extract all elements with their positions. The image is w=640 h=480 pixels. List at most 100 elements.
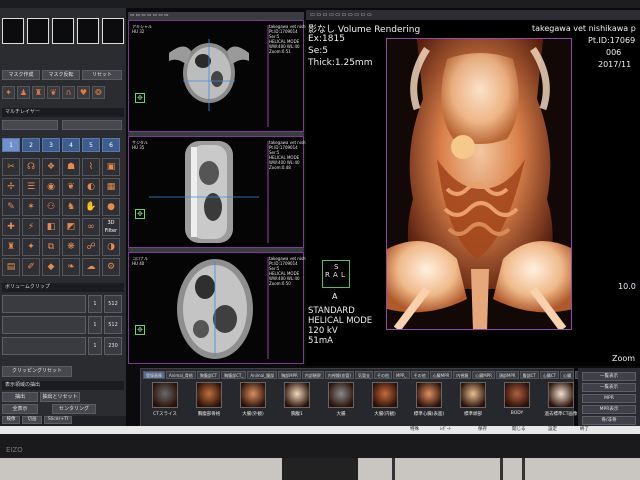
mpr-axial-view[interactable]: アキシャル HU 32 takegawa vet nishikawa p Pt.… [128, 20, 321, 132]
mask-reset-button[interactable]: リセット [82, 70, 122, 80]
layer-tab[interactable]: 4 [62, 138, 80, 152]
close-button[interactable]: 開じる [512, 426, 526, 434]
layer-tab[interactable]: 5 [82, 138, 100, 152]
save-button[interactable]: 保存 [478, 426, 487, 434]
box-icon[interactable]: ◧ [42, 218, 60, 236]
multilayer-remove-button[interactable] [62, 120, 122, 130]
preset-thumbnail[interactable]: 胸腹部骨格 [191, 382, 227, 417]
inspect-button[interactable]: 検像 [2, 416, 20, 424]
preset-tab[interactable]: 登録画像 [143, 371, 165, 379]
glasses-icon[interactable]: ∞ [82, 218, 100, 236]
preset-thumbnail[interactable]: 胸腹1 [279, 382, 315, 417]
bones-icon[interactable]: ✚ [2, 218, 20, 236]
clip-slider[interactable] [2, 316, 86, 334]
preset-tab[interactable]: その他 [373, 371, 392, 379]
star-icon[interactable]: ✶ [22, 198, 40, 216]
cut-icon[interactable]: ◩ [62, 218, 80, 236]
bone-icon[interactable]: ✦ [2, 86, 15, 99]
arm-icon[interactable]: ☍ [82, 238, 100, 256]
mask-create-button[interactable]: マスク作成 [2, 70, 40, 80]
preset-tab[interactable]: 心臓MPR [472, 371, 495, 379]
layout-1x3-button[interactable] [52, 18, 74, 44]
preset-tab[interactable]: 心臓MPR [429, 371, 453, 379]
filter-3d-icon[interactable]: 3D Filter [102, 218, 120, 236]
preset-thumbnail[interactable]: 大腸(外観) [235, 382, 271, 417]
layer-tab[interactable]: 3 [42, 138, 60, 152]
heart-icon[interactable]: ♥ [77, 86, 90, 99]
split-icon[interactable]: ⧉ [42, 238, 60, 256]
view-icon[interactable]: ▤ [2, 258, 20, 276]
preset-thumbnail[interactable]: 過去標準CT画像 [543, 382, 579, 417]
tissue-icon[interactable]: ❋ [62, 238, 80, 256]
centering-button[interactable]: センタリング [52, 404, 96, 414]
preset-tab[interactable]: 内視鏡(血管) [324, 371, 354, 379]
preset-tab[interactable]: 心臓 [560, 371, 575, 379]
crosshair-icon[interactable]: ✥ [135, 93, 145, 103]
multilayer-add-button[interactable] [2, 120, 58, 130]
crosshair-icon[interactable]: ✥ [135, 325, 145, 335]
gear-icon[interactable]: ⚙ [102, 258, 120, 276]
report-button[interactable]: ﾚﾎﾟｰﾄ [440, 426, 451, 434]
organ-icon[interactable]: ◉ [42, 178, 60, 196]
clip-slider[interactable] [2, 295, 86, 313]
spine-icon[interactable]: ☰ [22, 178, 40, 196]
preset-thumbnail[interactable]: 大腸 [323, 382, 359, 417]
preset-tab[interactable]: Animal_骨格 [166, 371, 196, 379]
preset-tab[interactable]: 内視鏡 [453, 371, 472, 379]
leaf-icon[interactable]: ❧ [62, 258, 80, 276]
figure-icon[interactable]: ♞ [62, 198, 80, 216]
body-icon[interactable]: ♟ [17, 86, 30, 99]
color-icon[interactable]: ◑ [102, 238, 120, 256]
settings-button[interactable]: 設定 [548, 426, 557, 434]
clip-value[interactable]: 512 [104, 316, 122, 334]
skull-icon[interactable]: ☗ [62, 158, 80, 176]
pelvis-icon[interactable]: ⚇ [42, 198, 60, 216]
layout-1x1-button[interactable] [2, 18, 24, 44]
hand-icon[interactable]: ✋ [82, 198, 100, 216]
layer-tab[interactable]: 2 [22, 138, 40, 152]
preset-tab[interactable]: 内部観察 [301, 371, 324, 379]
clip-slider[interactable] [2, 337, 86, 355]
preset-tab[interactable]: 頭部MPR [495, 371, 519, 379]
show-all-button[interactable]: 全表示 [2, 404, 38, 414]
cube-icon[interactable]: ▣ [102, 158, 120, 176]
lung-icon[interactable]: ❦ [47, 86, 60, 99]
lung-tool-icon[interactable]: ❦ [62, 178, 80, 196]
preset-tab[interactable]: 腹部CT [519, 371, 539, 379]
brush-icon[interactable]: ✎ [2, 198, 20, 216]
special-button[interactable]: 特殊 [410, 426, 419, 434]
clip-value[interactable]: 230 [104, 337, 122, 355]
sphere-icon[interactable]: ● [102, 198, 120, 216]
layout-2x2-button[interactable] [27, 18, 49, 44]
brain-icon[interactable]: ❂ [92, 86, 105, 99]
layout-3x1-button[interactable] [77, 18, 99, 44]
torso-icon[interactable]: ♜ [32, 86, 45, 99]
cut-image-button[interactable]: 切画 [22, 416, 42, 424]
preset-thumbnail[interactable]: 大腸(内観) [367, 382, 403, 417]
preset-thumbnail[interactable]: 標準心臓(表面) [411, 382, 447, 417]
list-view-button-2[interactable]: 一覧表示 [582, 383, 636, 392]
fracture-icon[interactable]: ⚡ [22, 218, 40, 236]
exit-button[interactable]: 終了 [580, 426, 589, 434]
preset-thumbnail[interactable]: BODY [499, 382, 535, 417]
clip-value[interactable]: 512 [104, 295, 122, 313]
preset-tab[interactable]: 胸部MPR [278, 371, 301, 379]
chest-icon[interactable]: ❖ [42, 158, 60, 176]
mpr-button[interactable]: MPR [582, 394, 636, 403]
scissors-icon[interactable]: ✂ [2, 158, 20, 176]
preset-thumbnail[interactable]: CTスライス [147, 382, 183, 417]
mpr-coronal-view[interactable]: コロナル HU 40 takegawa vet nishikawa p Pt.I… [128, 252, 321, 364]
torso-tool-icon[interactable]: ♜ [2, 238, 20, 256]
grid-icon[interactable]: ▦ [102, 178, 120, 196]
skeleton-icon[interactable]: ☊ [22, 158, 40, 176]
mpr-display-button[interactable]: MPR表示 [582, 405, 636, 414]
preset-tab[interactable]: その他 [410, 371, 429, 379]
preset-thumbnail[interactable]: 標準頭部 [455, 382, 491, 417]
paint-icon[interactable]: ✐ [22, 258, 40, 276]
mask-icon[interactable]: ◐ [82, 178, 100, 196]
crosshair-icon[interactable]: ✥ [135, 209, 145, 219]
bone-toggle-button[interactable]: 骨/非骨 [582, 416, 636, 425]
layer-tab[interactable]: 6 [102, 138, 120, 152]
preset-tab[interactable]: 胸腹部CT [196, 371, 221, 379]
orientation-cube[interactable]: S R A L [322, 260, 350, 288]
